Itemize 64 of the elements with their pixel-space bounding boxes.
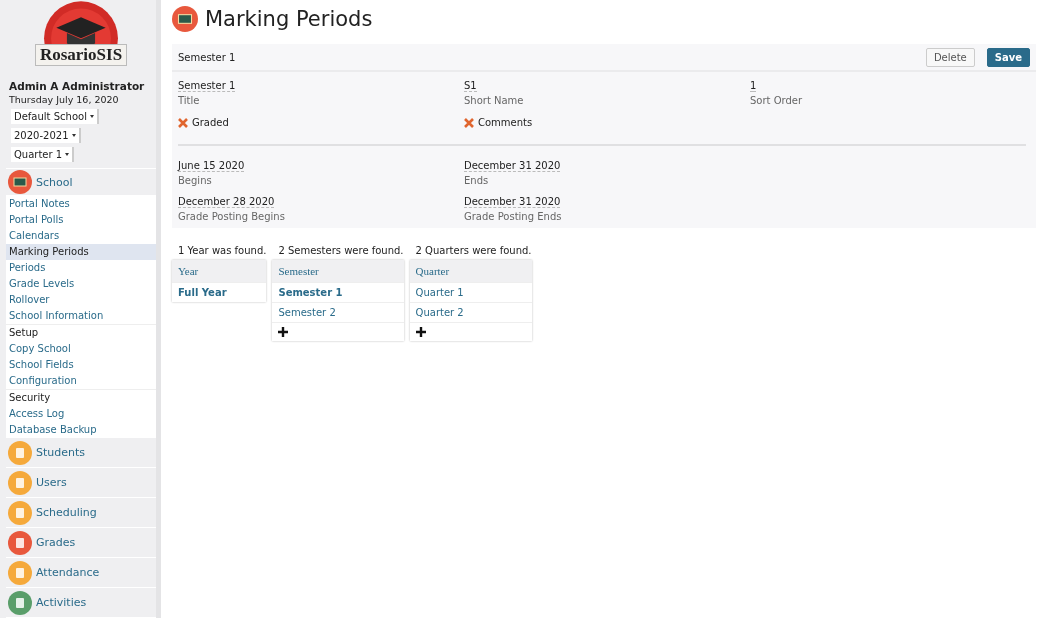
menu-link[interactable]: Database Backup: [6, 422, 156, 438]
module-link[interactable]: Scheduling: [6, 498, 156, 528]
module-link[interactable]: Activities: [6, 588, 156, 618]
dropdown[interactable]: 2020-2021: [11, 128, 81, 143]
cross-icon: [178, 117, 188, 128]
chalkboard-icon: [172, 6, 198, 32]
result-count: 2 Quarters were found.: [414, 245, 532, 258]
result-count: 2 Semesters were found.: [277, 245, 404, 258]
dropdown[interactable]: Default School: [11, 109, 99, 124]
list-row[interactable]: Semester 1: [272, 282, 404, 302]
checkbox[interactable]: Comments: [464, 114, 533, 128]
form-header: Semester 1: [178, 51, 236, 63]
menu-link[interactable]: Rollover: [6, 292, 156, 308]
menu-link[interactable]: Marking Periods: [6, 244, 156, 260]
field-value[interactable]: Semester 1: [178, 80, 236, 92]
menu-link[interactable]: School Fields: [6, 357, 156, 373]
field-label: Ends: [464, 175, 490, 186]
logo: RosarioSIS: [34, 44, 128, 66]
column-header: Semester: [272, 260, 404, 282]
menu-link[interactable]: Periods: [6, 260, 156, 276]
add-icon[interactable]: [415, 327, 426, 337]
menu-link[interactable]: Calendars: [6, 228, 156, 244]
field-label: Grade Posting Begins: [178, 211, 286, 222]
menu-link[interactable]: Access Log: [6, 406, 156, 422]
chalkboard-icon: [8, 170, 32, 194]
checkbox[interactable]: Graded: [178, 114, 229, 128]
delete-button[interactable]: Delete: [925, 47, 975, 67]
column-header: Year: [172, 260, 267, 282]
field-value[interactable]: S1: [464, 80, 477, 92]
field-value[interactable]: 1: [750, 80, 757, 92]
menu-link[interactable]: Copy School: [6, 341, 156, 357]
field-label: Short Name: [464, 95, 525, 106]
list-row[interactable]: Quarter 2: [409, 302, 532, 322]
cross-icon: [464, 117, 474, 128]
date-value[interactable]: December 31 2020: [464, 196, 561, 208]
field-label: Begins: [178, 175, 213, 186]
menu-link[interactable]: Portal Polls: [6, 212, 156, 228]
menu-link[interactable]: Portal Notes: [6, 196, 156, 212]
save-button[interactable]: Save: [986, 47, 1030, 67]
menu-link[interactable]: Grade Levels: [6, 276, 156, 292]
user-name: Admin A Administrator: [8, 80, 146, 92]
column-header: Quarter: [409, 260, 532, 282]
menu-section-header: Setup: [6, 324, 156, 341]
menu-section-header: Security: [6, 389, 156, 406]
date-value[interactable]: June 15 2020: [178, 160, 245, 172]
add-icon[interactable]: [278, 327, 289, 337]
menu-link[interactable]: Configuration: [6, 373, 156, 389]
page-title: Marking Periods: [205, 7, 373, 31]
list-row[interactable]: Full Year: [172, 282, 267, 302]
module-link[interactable]: Attendance: [6, 558, 156, 588]
field-label: Title: [178, 95, 201, 106]
date-value[interactable]: December 31 2020: [464, 160, 561, 172]
module-link[interactable]: Students: [6, 438, 156, 468]
field-label: Sort Order: [750, 95, 804, 106]
list-row[interactable]: Semester 2: [272, 302, 404, 322]
menu-link[interactable]: School Information: [6, 308, 156, 324]
field-label: Grade Posting Ends: [464, 211, 563, 222]
module-link[interactable]: Grades: [6, 528, 156, 558]
current-date: Thursday July 16, 2020: [8, 94, 120, 105]
result-count: 1 Year was found.: [177, 245, 267, 258]
module-link[interactable]: Users: [6, 468, 156, 498]
dropdown[interactable]: Quarter 1: [11, 147, 75, 162]
date-value[interactable]: December 28 2020: [178, 196, 275, 208]
list-row[interactable]: Quarter 1: [409, 282, 532, 302]
